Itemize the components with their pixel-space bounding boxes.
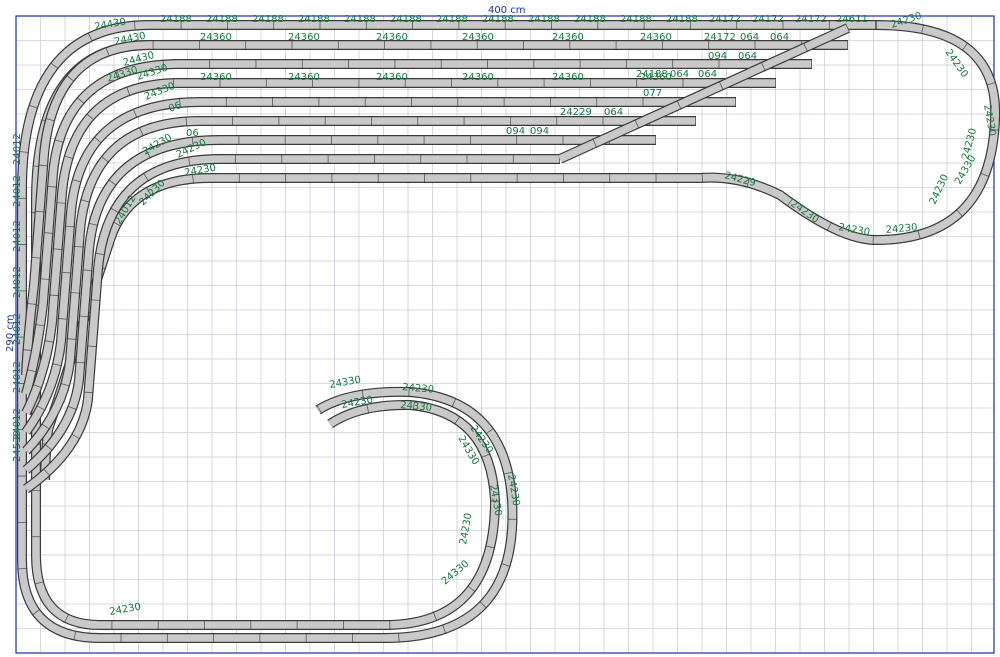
track-part-label: 094 xyxy=(530,126,549,137)
track-part-label: 064 xyxy=(738,51,757,62)
track-part-label: 24360 xyxy=(376,72,408,83)
track-part-label: 24188 xyxy=(298,14,330,25)
track-part-label: 24172 xyxy=(704,32,736,43)
track-part-label: 24229 xyxy=(560,107,592,118)
track-part-label: 24188 xyxy=(160,14,192,25)
layout-canvas: 400 cm 290 cm 24188 24188 24188 24188 24188 2… xyxy=(0,0,1000,657)
track-part-label: 24330 xyxy=(487,484,503,517)
track-part-label: 24012 xyxy=(12,220,23,252)
track-part-label: 24012 xyxy=(12,175,23,207)
track-part-label: 077 xyxy=(643,88,662,99)
track-part-label: 24330 xyxy=(440,558,471,587)
track-part-label: 24360 xyxy=(288,72,320,83)
track-part-label: 06 xyxy=(186,128,199,139)
track-part-label: 24330 xyxy=(400,400,433,414)
track-part-label: 24360 xyxy=(552,72,584,83)
track-part-label: 24188 xyxy=(344,14,376,25)
track-part-label: 064 xyxy=(604,107,623,118)
track-part-label: 064 xyxy=(670,69,689,80)
track-part-label: 064 xyxy=(740,32,759,43)
track-part-label: 24360 xyxy=(640,32,672,43)
track-part-label: 24188 xyxy=(436,14,468,25)
track-plan: 400 cm 290 cm 24188 24188 24188 24188 24188 2… xyxy=(5,5,1000,654)
track-part-label: 094 xyxy=(506,126,525,137)
track-part-label: 24229 xyxy=(723,170,757,189)
track-part-label: 24530 xyxy=(12,430,23,462)
track-part-label: 24360 xyxy=(200,32,232,43)
track-part-label: 24360 xyxy=(462,32,494,43)
track-part-label: 24360 xyxy=(376,32,408,43)
track-part-label: 24188 xyxy=(390,14,422,25)
track-part-label: 24360 xyxy=(288,32,320,43)
track-part-label: 24188 xyxy=(574,14,606,25)
track-part-label: 24230 xyxy=(928,173,951,206)
track-part-label: 24611 xyxy=(836,14,868,25)
track-part-label: 24012 xyxy=(12,266,23,298)
track-part-label: 24360 xyxy=(200,72,232,83)
track-part-label: 064 xyxy=(698,69,717,80)
track-part-label: 24360 xyxy=(462,72,494,83)
yard-track-4 xyxy=(21,97,736,435)
track-part-label: 24188 xyxy=(620,14,652,25)
track-part-label: 24330 xyxy=(953,153,978,186)
track-part-label: 24012 xyxy=(12,313,23,345)
track-part-label: 24172 xyxy=(795,14,827,25)
track-part-label: 094 xyxy=(708,51,727,62)
track-part-label: 24188 xyxy=(636,69,668,80)
track-part-label: 24172 xyxy=(709,14,741,25)
track-part-label: 24172 xyxy=(752,14,784,25)
track-part-label: 24012 xyxy=(12,133,23,165)
track-part-label: 24230 xyxy=(458,512,474,545)
track-part-label: 24012 xyxy=(12,361,23,393)
track-part-label: 24330 xyxy=(329,375,362,391)
track-part-label: 24188 xyxy=(252,14,284,25)
track-part-label: 24188 xyxy=(528,14,560,25)
track-part-label: 24188 xyxy=(206,14,238,25)
track-part-label: 064 xyxy=(770,32,789,43)
track-part-label: 24360 xyxy=(552,32,584,43)
track-part-label: 24188 xyxy=(482,14,514,25)
track-part-label: 24188 xyxy=(666,14,698,25)
